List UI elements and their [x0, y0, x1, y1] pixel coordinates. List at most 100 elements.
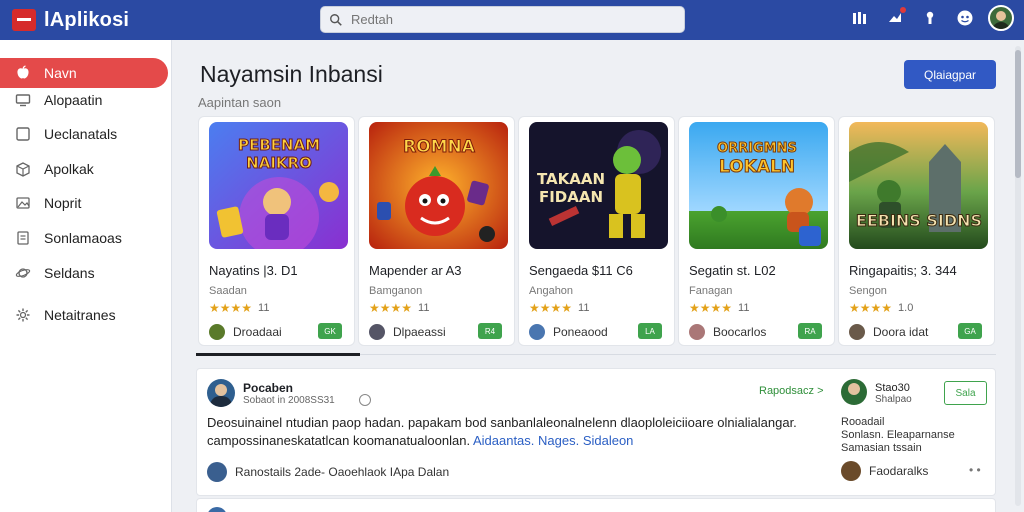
star-icons: ★★★★: [689, 301, 733, 315]
follow-button[interactable]: Sala: [944, 381, 987, 405]
info-icon[interactable]: [359, 394, 371, 406]
top-app-bar: lAplikosi: [0, 0, 1024, 40]
profile-line: Sonlasn. Eleaparnanse: [841, 429, 955, 441]
book-icon: [14, 229, 32, 247]
app-brand[interactable]: lAplikosi: [12, 9, 129, 32]
sidebar-item-apolkak[interactable]: Apolkak: [0, 154, 168, 184]
rating-count: 1.0: [898, 302, 914, 314]
svg-text:EEBINS SIDNS: EEBINS SIDNS: [856, 211, 982, 230]
app-card[interactable]: EEBINS SIDNS Ringapaitis; 3. 344 Sengon …: [838, 116, 995, 346]
review-card: [196, 498, 996, 512]
scrollbar-thumb[interactable]: [1015, 50, 1021, 178]
sidebar-item-label: Noprit: [44, 195, 82, 211]
app-card-developer: Poneaood: [529, 324, 608, 340]
footer-text: Ranostails 2ade- Oaoehlaok IApa Dalan: [235, 465, 450, 479]
install-button[interactable]: RA: [798, 323, 822, 339]
sidebar-item-label: Netaitranes: [44, 307, 116, 323]
sidebar-item-label: Sonlamaoas: [44, 230, 122, 246]
profile-line: Rooadail: [841, 416, 885, 428]
star-icons: ★★★★: [529, 301, 573, 315]
page-scrollbar[interactable]: [1015, 46, 1021, 506]
developer-avatar: [209, 324, 225, 340]
app-card[interactable]: ROMNA Mapender ar A3 Bamganon ★★★★ 11 Dlp…: [358, 116, 515, 346]
review-card: Pocaben Sobaot in 2008SS31 Rapodsacz > D…: [196, 368, 996, 496]
sidebar-item-label: Seldans: [44, 265, 95, 281]
face-icon[interactable]: [954, 7, 976, 29]
sidebar-item-label: Ueclanatals: [44, 126, 118, 142]
primary-action-button[interactable]: Qlaiagpar: [904, 60, 996, 89]
planet-icon: [14, 264, 32, 282]
reviewer-avatar[interactable]: [207, 379, 235, 407]
app-cover-image: ORRIGMNS LOKALN: [689, 122, 828, 249]
app-cover-image: ROMNA: [369, 122, 508, 249]
app-card-developer: Boocarlos: [689, 324, 766, 340]
developer-name: Dlpaeassi: [393, 325, 446, 339]
search-input[interactable]: [351, 12, 671, 27]
sidebar-item-sonlamaoas[interactable]: Sonlamaoas: [0, 223, 168, 253]
sidebar-item-label: Alopaatin: [44, 92, 103, 108]
developer-avatar: [529, 324, 545, 340]
user-avatar[interactable]: [988, 5, 1014, 31]
install-button[interactable]: GK: [318, 323, 342, 339]
sidebar-item-seldans[interactable]: Seldans: [0, 258, 168, 288]
install-button[interactable]: LA: [638, 323, 662, 339]
svg-text:NAIKRO: NAIKRO: [246, 154, 312, 172]
app-card[interactable]: PEBENAM NAIKRO Nayatins |3. D1 Saadan ★★…: [198, 116, 355, 346]
more-options-icon[interactable]: • •: [969, 463, 981, 477]
app-card-category: Bamganon: [369, 285, 423, 297]
square-icon: [14, 125, 32, 143]
developer-name: Poneaood: [553, 325, 608, 339]
app-card-title: Ringapaitis; 3. 344: [849, 263, 957, 278]
profile-line: Samasian tssain: [841, 442, 922, 454]
page-subtitle: Aapintan saon: [198, 95, 282, 110]
app-card-developer: Doora idat: [849, 324, 928, 340]
svg-text:ROMNA: ROMNA: [403, 137, 476, 157]
profile-avatar[interactable]: [841, 379, 867, 405]
search-bar[interactable]: [320, 6, 685, 33]
sidebar-item-label: Navn: [44, 65, 77, 81]
reviewer-name[interactable]: Pocaben: [243, 381, 293, 395]
review-link[interactable]: Rapodsacz >: [759, 385, 824, 397]
svg-text:PEBENAM: PEBENAM: [238, 136, 320, 154]
profile-subtitle: Shalpao: [875, 394, 912, 405]
install-button[interactable]: R4: [478, 323, 502, 339]
app-card-rating: ★★★★ 1.0: [849, 301, 913, 315]
app-card-title: Sengaeda $11 C6: [529, 263, 633, 278]
rating-count: 11: [578, 302, 590, 314]
app-card-category: Sengon: [849, 285, 887, 297]
app-cover-image: TAKAAN FIDAAN: [529, 122, 668, 249]
profile-name: Stao30: [875, 382, 910, 394]
developer-name: Boocarlos: [713, 325, 767, 339]
sidebar-item-netaitranes[interactable]: Netaitranes: [0, 300, 168, 330]
install-button[interactable]: GA: [958, 323, 982, 339]
reviewer-avatar[interactable]: [207, 507, 227, 512]
main-content: Nayamsin Inbansi Aapintan saon Qlaiagpar…: [180, 40, 1012, 512]
sidebar-item-alopaatin[interactable]: Alopaatin: [0, 85, 168, 115]
review-highlight-link[interactable]: Aidaantas. Nages. Sidaleon: [473, 433, 633, 448]
app-card[interactable]: ORRIGMNS LOKALN Segatin st. L02 Fanagan …: [678, 116, 835, 346]
app-cover-image: EEBINS SIDNS: [849, 122, 988, 249]
library-icon[interactable]: [849, 7, 871, 29]
profile-footer-text: Faodaralks: [869, 464, 929, 478]
app-cover-image: PEBENAM NAIKRO: [209, 122, 348, 249]
notifications-icon[interactable]: [884, 7, 906, 29]
review-meta: Sobaot in 2008SS31: [243, 395, 335, 406]
profile-footer: Faodaralks: [841, 461, 928, 481]
rating-count: 11: [258, 302, 270, 314]
star-icons: ★★★★: [369, 301, 413, 315]
app-card[interactable]: TAKAAN FIDAAN Sengaeda $11 C6 Angahon ★★…: [518, 116, 675, 346]
rating-count: 11: [738, 302, 750, 314]
sidebar: Navn Alopaatin Ueclanatals Apolkak Nopri…: [0, 40, 172, 512]
app-card-title: Segatin st. L02: [689, 263, 776, 278]
svg-text:TAKAAN: TAKAAN: [537, 170, 605, 188]
related-profile-card: Stao30 Shalpao Sala Rooadail Sonlasn. El…: [841, 379, 991, 489]
sidebar-item-ueclanatals[interactable]: Ueclanatals: [0, 119, 168, 149]
gear-icon: [14, 306, 32, 324]
page-title: Nayamsin Inbansi: [200, 61, 383, 87]
app-logo-icon: [12, 9, 36, 31]
sidebar-item-navn[interactable]: Navn: [0, 58, 168, 88]
app-card-rating: ★★★★ 11: [209, 301, 269, 315]
sidebar-item-noprit[interactable]: Noprit: [0, 188, 168, 218]
bell-icon[interactable]: [919, 7, 941, 29]
apple-icon: [14, 64, 32, 82]
